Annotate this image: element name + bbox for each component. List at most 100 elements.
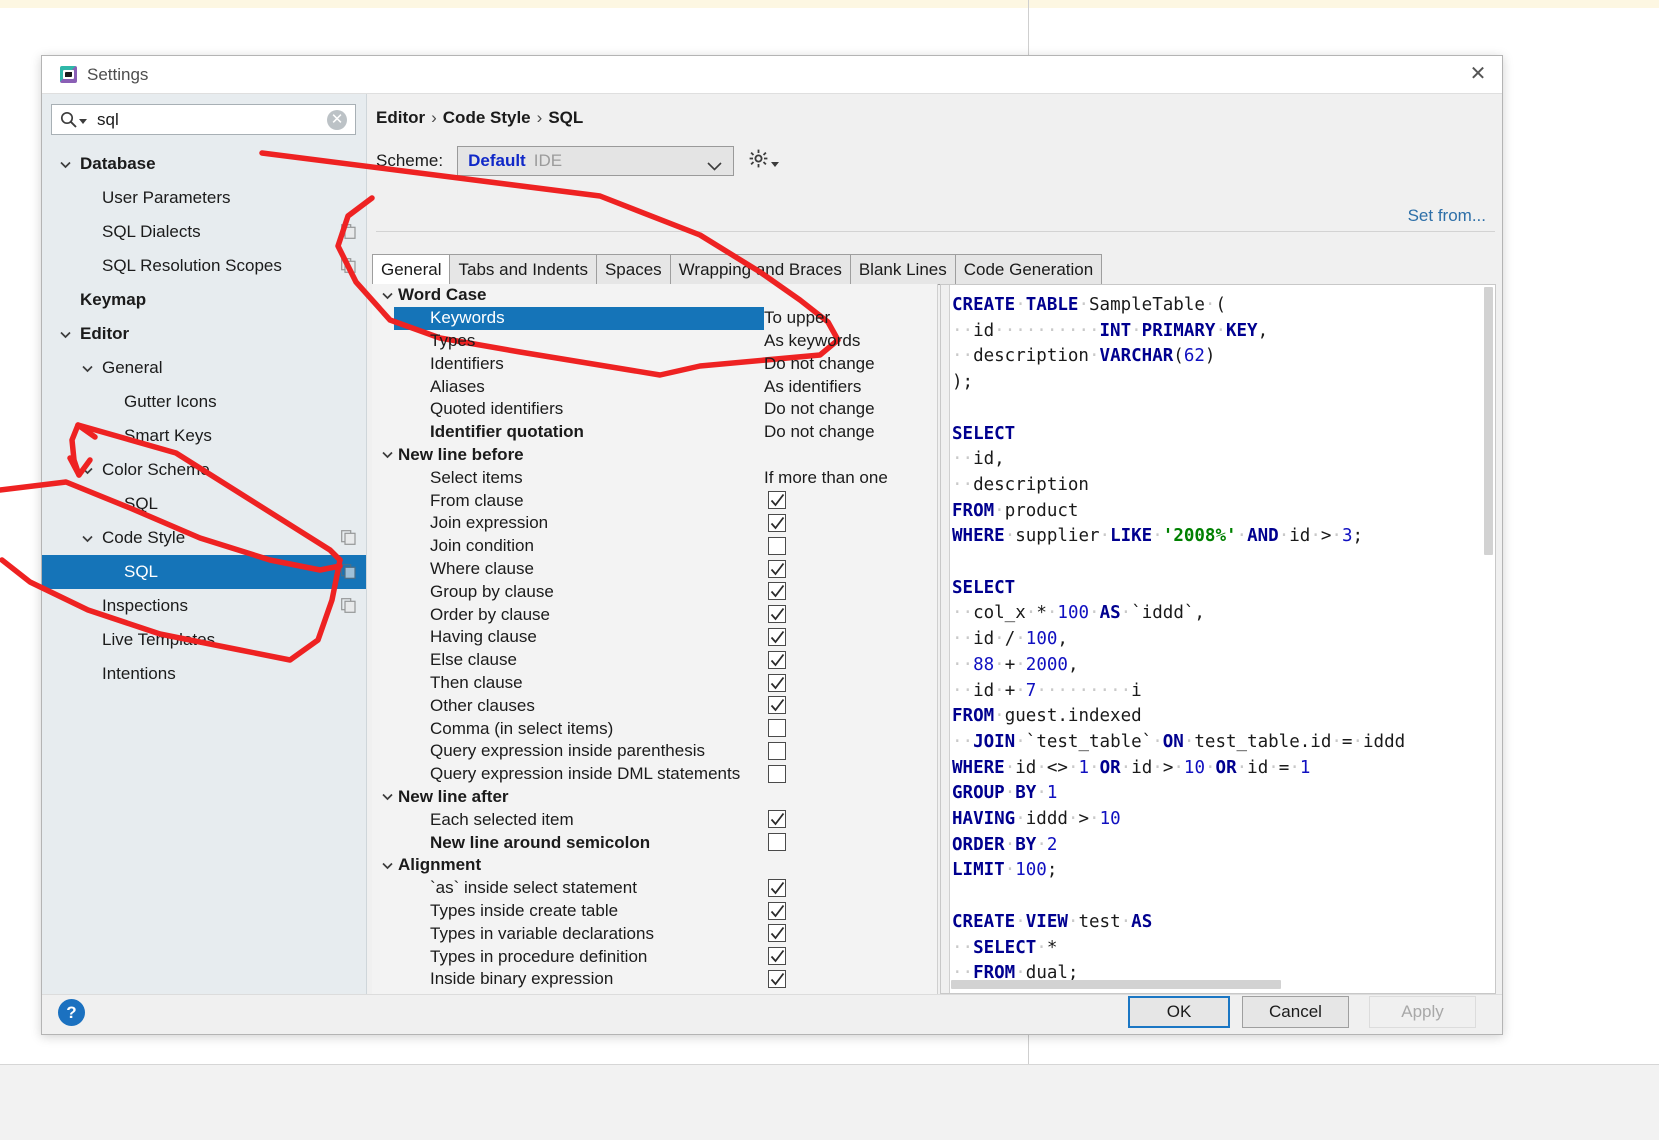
setting-checkbox[interactable]: [768, 605, 786, 623]
copy-settings-icon[interactable]: [341, 224, 356, 239]
preview-horizontal-scrollbar[interactable]: [951, 980, 1281, 989]
setting-row-group-by-clause[interactable]: Group by clause: [372, 580, 937, 603]
sidebar-item-color-scheme[interactable]: Color Scheme: [42, 453, 366, 487]
search-dropdown-caret-icon[interactable]: [79, 119, 87, 124]
setting-row-query-expression-inside-dml-statements[interactable]: Query expression inside DML statements: [372, 763, 937, 786]
setting-row-aliases[interactable]: AliasesAs identifiers: [372, 375, 937, 398]
setting-value[interactable]: Do not change: [764, 422, 875, 442]
close-icon[interactable]: ✕: [1466, 64, 1490, 86]
help-button[interactable]: ?: [58, 999, 85, 1026]
scheme-dropdown[interactable]: Default IDE: [457, 146, 734, 176]
setting-value[interactable]: As identifiers: [764, 377, 861, 397]
setting-row-having-clause[interactable]: Having clause: [372, 626, 937, 649]
copy-settings-icon[interactable]: [341, 530, 356, 545]
sidebar-item-editor[interactable]: Editor: [42, 317, 366, 351]
sidebar-item-sql-dialects[interactable]: SQL Dialects: [42, 215, 366, 249]
tab-code-generation[interactable]: Code Generation: [955, 254, 1102, 284]
setting-checkbox[interactable]: [768, 902, 786, 920]
setting-checkbox[interactable]: [768, 970, 786, 988]
copy-settings-icon[interactable]: [341, 258, 356, 273]
setting-row-identifier-quotation[interactable]: Identifier quotationDo not change: [372, 421, 937, 444]
set-from-link[interactable]: Set from...: [1408, 206, 1486, 226]
breadcrumb-part-editor[interactable]: Editor: [376, 108, 425, 127]
sidebar-item-live-templates[interactable]: Live Templates: [42, 623, 366, 657]
setting-row-new-line-around-semicolon[interactable]: New line around semicolon: [372, 831, 937, 854]
setting-row-alignment[interactable]: Alignment: [372, 854, 937, 877]
setting-row--as-inside-select-statement[interactable]: `as` inside select statement: [372, 877, 937, 900]
setting-value[interactable]: As keywords: [764, 331, 860, 351]
sidebar-item-intentions[interactable]: Intentions: [42, 657, 366, 691]
setting-checkbox[interactable]: [768, 674, 786, 692]
search-box[interactable]: ✕: [51, 104, 356, 135]
setting-row-where-clause[interactable]: Where clause: [372, 558, 937, 581]
ok-button[interactable]: OK: [1128, 996, 1230, 1028]
tab-general[interactable]: General: [372, 254, 450, 284]
setting-row-each-selected-item[interactable]: Each selected item: [372, 808, 937, 831]
setting-checkbox[interactable]: [768, 537, 786, 555]
setting-checkbox[interactable]: [768, 514, 786, 532]
setting-checkbox[interactable]: [768, 628, 786, 646]
setting-row-join-condition[interactable]: Join condition: [372, 535, 937, 558]
setting-row-types-inside-create-table[interactable]: Types inside create table: [372, 900, 937, 923]
chevron-down-icon[interactable]: [376, 790, 398, 803]
scheme-settings-button[interactable]: [749, 149, 779, 173]
sidebar-item-sql[interactable]: SQL: [42, 555, 366, 589]
setting-checkbox[interactable]: [768, 947, 786, 965]
setting-row-keywords[interactable]: KeywordsTo upper: [372, 307, 937, 330]
preview-vertical-scrollbar[interactable]: [1484, 287, 1493, 555]
setting-checkbox[interactable]: [768, 582, 786, 600]
chevron-down-icon[interactable]: [81, 362, 94, 375]
copy-settings-icon[interactable]: [341, 564, 356, 579]
copy-settings-icon[interactable]: [341, 598, 356, 613]
setting-value[interactable]: To upper: [764, 308, 830, 328]
cancel-button[interactable]: Cancel: [1242, 996, 1349, 1028]
chevron-down-icon[interactable]: [376, 859, 398, 872]
sidebar-item-code-style[interactable]: Code Style: [42, 521, 366, 555]
setting-checkbox[interactable]: [768, 924, 786, 942]
sidebar-item-user-parameters[interactable]: User Parameters: [42, 181, 366, 215]
chevron-down-icon[interactable]: [81, 532, 94, 545]
setting-row-types-in-procedure-definition[interactable]: Types in procedure definition: [372, 945, 937, 968]
setting-checkbox[interactable]: [768, 719, 786, 737]
setting-checkbox[interactable]: [768, 810, 786, 828]
setting-checkbox[interactable]: [768, 742, 786, 760]
setting-row-new-line-before[interactable]: New line before: [372, 444, 937, 467]
chevron-down-icon[interactable]: [376, 448, 398, 461]
setting-checkbox[interactable]: [768, 491, 786, 509]
tab-wrapping-and-braces[interactable]: Wrapping and Braces: [670, 254, 851, 284]
setting-row-types-in-variable-declarations[interactable]: Types in variable declarations: [372, 922, 937, 945]
sidebar-item-gutter-icons[interactable]: Gutter Icons: [42, 385, 366, 419]
setting-row-join-expression[interactable]: Join expression: [372, 512, 937, 535]
setting-row-inside-binary-expression[interactable]: Inside binary expression: [372, 968, 937, 991]
setting-checkbox[interactable]: [768, 696, 786, 714]
tab-spaces[interactable]: Spaces: [596, 254, 671, 284]
setting-row-select-items[interactable]: Select itemsIf more than one: [372, 466, 937, 489]
setting-row-word-case[interactable]: Word Case: [372, 284, 937, 307]
sidebar-item-sql[interactable]: SQL: [42, 487, 366, 521]
setting-row-query-expression-inside-parenthesis[interactable]: Query expression inside parenthesis: [372, 740, 937, 763]
setting-row-types[interactable]: TypesAs keywords: [372, 330, 937, 353]
clear-search-icon[interactable]: ✕: [327, 110, 347, 130]
chevron-down-icon[interactable]: [81, 464, 94, 477]
setting-row-then-clause[interactable]: Then clause: [372, 672, 937, 695]
sidebar-item-inspections[interactable]: Inspections: [42, 589, 366, 623]
sidebar-item-sql-resolution-scopes[interactable]: SQL Resolution Scopes: [42, 249, 366, 283]
setting-value[interactable]: Do not change: [764, 354, 875, 374]
apply-button[interactable]: Apply: [1369, 996, 1476, 1028]
setting-checkbox[interactable]: [768, 560, 786, 578]
search-input[interactable]: [95, 109, 325, 131]
setting-value[interactable]: If more than one: [764, 468, 888, 488]
chevron-down-icon[interactable]: [59, 328, 72, 341]
setting-checkbox[interactable]: [768, 765, 786, 783]
setting-row-order-by-clause[interactable]: Order by clause: [372, 603, 937, 626]
chevron-down-icon[interactable]: [376, 289, 398, 302]
tab-blank-lines[interactable]: Blank Lines: [850, 254, 956, 284]
tab-tabs-and-indents[interactable]: Tabs and Indents: [449, 254, 596, 284]
sidebar-item-keymap[interactable]: Keymap: [42, 283, 366, 317]
sidebar-item-general[interactable]: General: [42, 351, 366, 385]
setting-row-from-clause[interactable]: From clause: [372, 489, 937, 512]
setting-checkbox[interactable]: [768, 879, 786, 897]
setting-row-comma-in-select-items-[interactable]: Comma (in select items): [372, 717, 937, 740]
setting-row-other-clauses[interactable]: Other clauses: [372, 694, 937, 717]
chevron-down-icon[interactable]: [59, 158, 72, 171]
